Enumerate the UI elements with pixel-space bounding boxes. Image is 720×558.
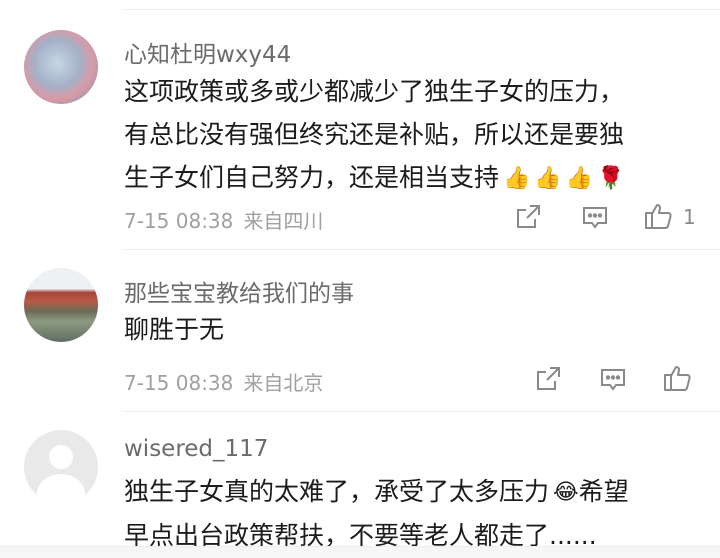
comment-text: 这项政策或多或少都减少了独生子女的压力， 有总比没有强但终究还是补贴，所以还是要…: [124, 70, 694, 200]
comment-line-text: 生子女们自己努力，还是相当支持: [124, 163, 500, 192]
rose-emoji: 🌹: [597, 166, 625, 191]
comment-line: 有总比没有强但终究还是补贴，所以还是要独: [124, 120, 625, 149]
share-icon[interactable]: [514, 203, 542, 231]
avatar[interactable]: [24, 268, 98, 342]
like-count: 1: [683, 205, 696, 229]
default-avatar-body: [37, 474, 85, 504]
thumbs-up-emoji: 👍: [503, 166, 531, 191]
comment-line-text: 独生子女真的太难了，承受了太多压力: [124, 477, 550, 506]
comment-location: 来自北京: [243, 371, 324, 395]
avatar[interactable]: [24, 30, 98, 104]
comment-line-text: 希望: [578, 477, 629, 506]
comment-line: 独生子女真的太难了，承受了太多压力 😂希望: [124, 470, 694, 514]
comment-time: 7-15 08:38: [124, 371, 234, 395]
like-icon[interactable]: [662, 363, 692, 393]
comment-username[interactable]: 那些宝宝教给我们的事: [124, 274, 354, 308]
comment-meta: 7-15 08:38 来自四川: [124, 205, 323, 234]
share-icon[interactable]: [534, 365, 562, 393]
comment-location: 来自四川: [243, 209, 324, 233]
comment-line: 生子女们自己努力，还是相当支持 👍 👍 👍 🌹: [124, 156, 694, 200]
comment-line: 聊胜于无: [124, 315, 225, 344]
like-icon[interactable]: [643, 201, 673, 231]
avatar[interactable]: [24, 430, 98, 504]
comment-text: 独生子女真的太难了，承受了太多压力 😂希望 早点出台政策帮扶，不要等老人都走了..…: [124, 470, 694, 557]
comment-icon[interactable]: [581, 204, 609, 232]
laughing-emoji: 😂: [553, 480, 579, 505]
comment-time: 7-15 08:38: [124, 209, 234, 233]
comment-meta: 7-15 08:38 来自北京: [124, 367, 323, 396]
comment-divider: [124, 411, 720, 412]
comment-username[interactable]: wisered_117: [124, 436, 268, 462]
top-divider: [124, 9, 720, 10]
comment-icon[interactable]: [599, 366, 627, 394]
bottom-bar: [0, 546, 720, 558]
comment-text: 聊胜于无: [124, 308, 694, 351]
thumbs-up-emoji: 👍: [534, 166, 562, 191]
default-avatar-head: [49, 445, 73, 469]
comment-username[interactable]: 心知杜明wxy44: [124, 35, 291, 69]
comment-divider: [124, 249, 720, 250]
thumbs-up-emoji: 👍: [565, 166, 594, 191]
comment-line: 这项政策或多或少都减少了独生子女的压力，: [124, 77, 625, 106]
